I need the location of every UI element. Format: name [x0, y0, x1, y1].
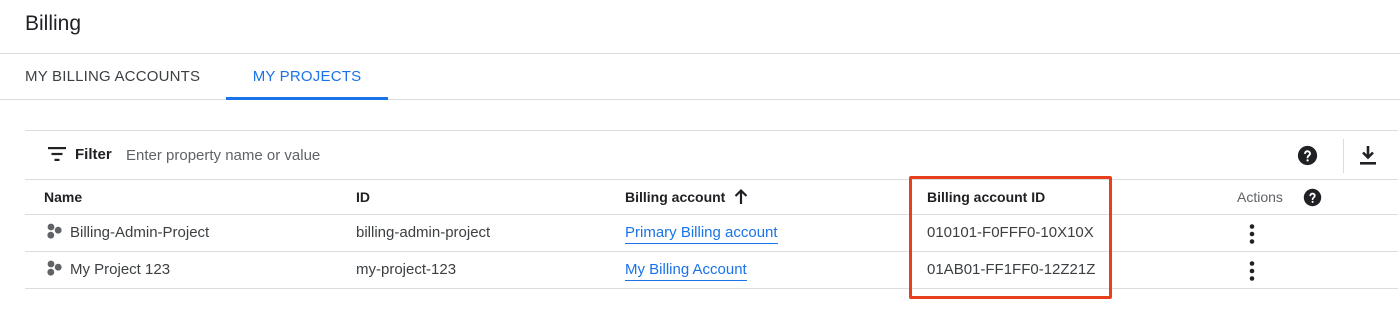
page-header: Billing: [0, 0, 1400, 54]
more-vert-icon[interactable]: [1240, 222, 1264, 246]
project-icon: [47, 260, 62, 276]
project-id: billing-admin-project: [356, 224, 491, 241]
table-row: My Project 123 my-project-123 My Billing…: [25, 252, 1398, 289]
filter-bar: Filter: [25, 130, 1398, 180]
project-name: My Project 123: [70, 261, 171, 278]
tab-bar: MY BILLING ACCOUNTS MY PROJECTS: [0, 54, 1400, 100]
filter-input[interactable]: [126, 142, 626, 168]
project-id: my-project-123: [356, 261, 457, 278]
active-tab-indicator: [226, 97, 388, 100]
toolbar-divider: [1343, 139, 1344, 173]
tab-my-projects[interactable]: MY PROJECTS: [226, 54, 388, 100]
project-name: Billing-Admin-Project: [70, 224, 210, 241]
sort-ascending-icon[interactable]: [732, 188, 750, 206]
column-header-id[interactable]: ID: [356, 189, 370, 205]
table-row: Billing-Admin-Project billing-admin-proj…: [25, 215, 1398, 252]
billing-account-id: 01AB01-FF1FF0-12Z21Z: [927, 261, 1096, 278]
more-vert-icon[interactable]: [1240, 259, 1264, 283]
billing-account-id: 010101-F0FFF0-10X10X: [927, 224, 1094, 241]
billing-account-link[interactable]: Primary Billing account: [625, 224, 778, 244]
column-header-billing-account-id[interactable]: Billing account ID: [927, 189, 1045, 205]
tab-my-projects-label: MY PROJECTS: [252, 68, 362, 85]
table-header: Name ID Billing account Billing account …: [25, 180, 1398, 215]
column-header-name[interactable]: Name: [44, 189, 82, 205]
actions-help-icon[interactable]: [1303, 188, 1322, 207]
filter-label[interactable]: Filter: [75, 146, 112, 163]
tab-my-billing-accounts[interactable]: MY BILLING ACCOUNTS: [25, 54, 200, 100]
project-icon: [47, 223, 62, 239]
filter-icon[interactable]: [48, 147, 66, 161]
download-icon[interactable]: [1358, 144, 1378, 166]
help-icon[interactable]: [1297, 145, 1318, 166]
billing-account-link[interactable]: My Billing Account: [625, 261, 747, 281]
column-header-actions: Actions: [1237, 189, 1283, 205]
column-header-billing-account[interactable]: Billing account: [625, 189, 725, 205]
page-title: Billing: [25, 12, 82, 35]
